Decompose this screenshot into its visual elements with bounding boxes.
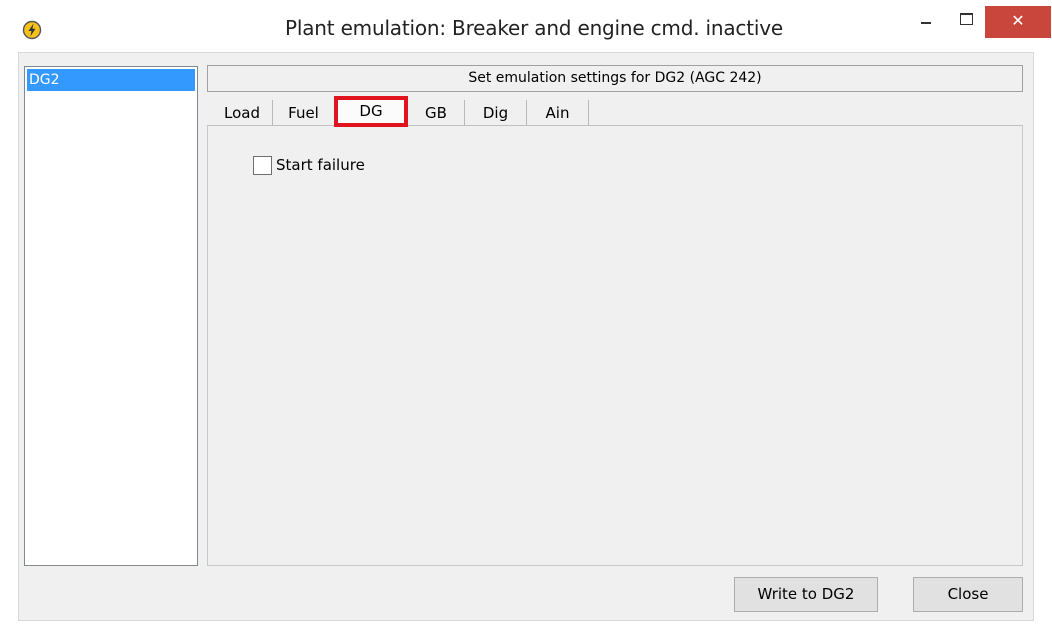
list-item-dg2[interactable]: DG2: [27, 69, 195, 91]
tab-gb[interactable]: GB: [408, 100, 465, 126]
tab-dig[interactable]: Dig: [465, 100, 527, 126]
start-failure-label[interactable]: Start failure: [276, 156, 365, 174]
tab-load[interactable]: Load: [212, 100, 273, 126]
start-failure-row[interactable]: Start failure: [253, 155, 365, 175]
window-title: Plant emulation: Breaker and engine cmd.…: [285, 16, 783, 40]
plant-emulation-window: Plant emulation: Breaker and engine cmd.…: [0, 0, 1052, 627]
title-bar: Plant emulation: Breaker and engine cmd.…: [0, 0, 1052, 52]
close-button[interactable]: Close: [913, 577, 1023, 612]
write-to-dg2-button[interactable]: Write to DG2: [734, 577, 878, 612]
tab-panel-dg: Start failure: [207, 125, 1023, 566]
close-icon: ✕: [1011, 11, 1025, 30]
client-area: DG2 Set emulation settings for DG2 (AGC …: [18, 52, 1034, 621]
tab-dg[interactable]: DG: [334, 96, 408, 127]
tab-fuel[interactable]: Fuel: [273, 100, 335, 126]
maximize-button[interactable]: [952, 6, 980, 30]
settings-header: Set emulation settings for DG2 (AGC 242): [207, 65, 1023, 92]
close-window-button[interactable]: ✕: [985, 6, 1051, 38]
controller-list[interactable]: DG2: [24, 66, 198, 566]
tab-ain[interactable]: Ain: [527, 100, 589, 126]
start-failure-checkbox[interactable]: [253, 155, 272, 175]
minimize-button[interactable]: [912, 6, 940, 30]
